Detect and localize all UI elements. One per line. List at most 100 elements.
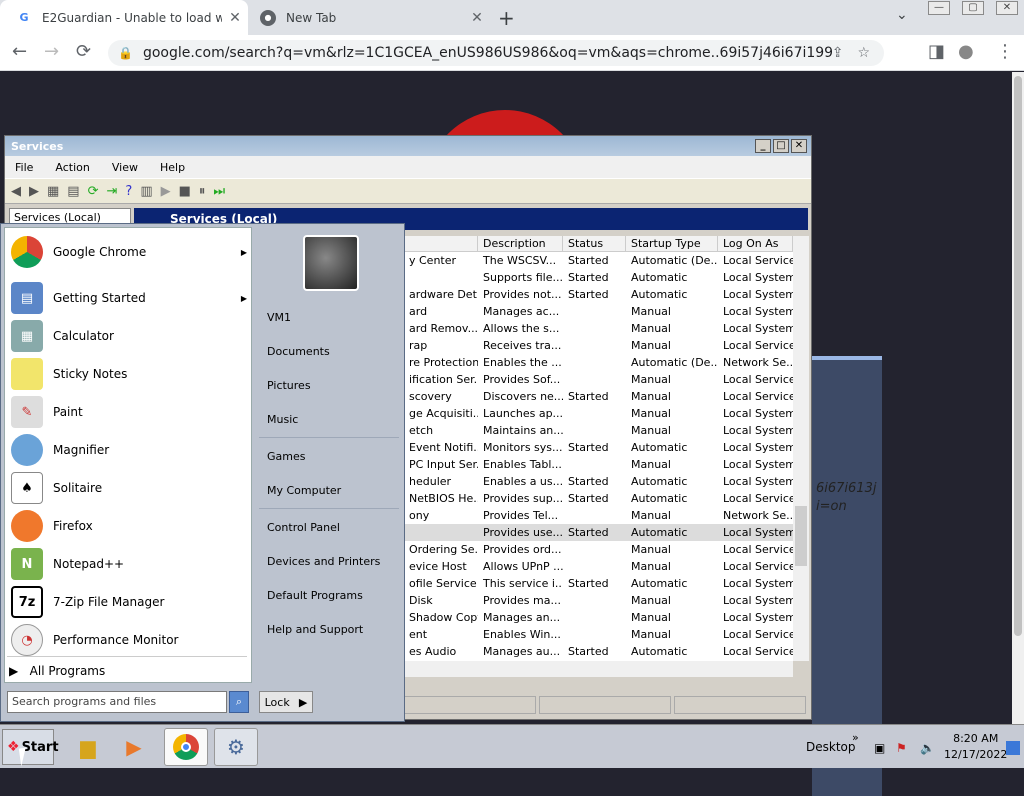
lock-icon[interactable]: 🔒 — [118, 46, 133, 60]
table-row[interactable]: Ordering Se... Provides ord... Manual Local… — [404, 541, 793, 558]
table-row[interactable]: NetBIOS He... Provides sup... Started Autom… — [404, 490, 793, 507]
play-icon[interactable]: ▶ — [161, 184, 171, 199]
start-item-magnifier[interactable]: Magnifier — [11, 432, 251, 468]
view-icon[interactable]: ▥ — [140, 184, 152, 199]
column-header-description[interactable]: Description — [478, 236, 563, 251]
action-center-icon[interactable]: ⚑ — [896, 741, 907, 755]
column-header-startup-type[interactable]: Startup Type — [626, 236, 718, 251]
start-item-7-zip-file-manager[interactable]: 7z 7-Zip File Manager — [11, 584, 251, 620]
close-window-button[interactable]: ✕ — [996, 1, 1018, 15]
close-tab-icon[interactable]: ✕ — [222, 10, 248, 26]
share-icon[interactable]: ⇪ — [832, 45, 844, 61]
volume-icon[interactable]: 🔈 — [920, 741, 935, 755]
file-explorer-icon[interactable]: ▆ — [66, 728, 110, 766]
services-titlebar[interactable]: Services _ □ ✕ — [5, 136, 811, 156]
table-row[interactable]: ony Provides Tel... Manual Network Se... — [404, 507, 793, 524]
menu-icon[interactable]: ⋮ — [996, 41, 1014, 62]
start-place-games[interactable]: Games — [267, 450, 305, 463]
start-item-google-chrome[interactable]: Google Chrome ▶ — [11, 234, 251, 270]
menu-view[interactable]: View — [112, 161, 138, 174]
table-row[interactable]: Disk Provides ma... Manual Local System — [404, 592, 793, 609]
menu-file[interactable]: File — [15, 161, 33, 174]
table-row[interactable]: heduler Enables a us... Started Automatic Lo… — [404, 473, 793, 490]
help-icon[interactable]: ? — [125, 184, 132, 199]
column-header-log-on-as[interactable]: Log On As — [718, 236, 793, 251]
table-row[interactable]: Supports file... Started Automatic Local Sy… — [404, 269, 793, 286]
table-row[interactable]: es Audio Manages au... Started Automatic Loc… — [404, 643, 793, 660]
table-row[interactable]: evice Host Allows UPnP ... Manual Local Ser… — [404, 558, 793, 575]
start-place-pictures[interactable]: Pictures — [267, 379, 311, 392]
back-icon[interactable]: ← — [12, 41, 27, 62]
network-icon[interactable]: ▣ — [874, 741, 885, 755]
address-bar[interactable]: 🔒 google.com/search?q=vm&rlz=1C1GCEA_enU… — [108, 40, 884, 66]
menu-help[interactable]: Help — [160, 161, 185, 174]
start-place-vm1[interactable]: VM1 — [267, 311, 291, 324]
start-place-documents[interactable]: Documents — [267, 345, 330, 358]
start-place-default-programs[interactable]: Default Programs — [267, 589, 363, 602]
export-icon[interactable]: ⇥ — [107, 184, 118, 199]
user-avatar[interactable] — [303, 235, 359, 291]
column-header-name[interactable] — [404, 236, 478, 251]
close-tab-icon[interactable]: ✕ — [464, 10, 490, 26]
table-row[interactable]: rap Receives tra... Manual Local Service — [404, 337, 793, 354]
properties-icon[interactable]: ▤ — [67, 184, 79, 199]
start-place-help-and-support[interactable]: Help and Support — [267, 623, 363, 636]
start-item-notepad-[interactable]: N Notepad++ — [11, 546, 251, 582]
column-header-status[interactable]: Status — [563, 236, 626, 251]
table-vertical-scrollbar[interactable] — [793, 236, 809, 661]
start-item-sticky-notes[interactable]: Sticky Notes — [11, 356, 251, 392]
table-row[interactable]: ification Ser... Provides Sof... Manual Loc… — [404, 371, 793, 388]
table-row[interactable]: ent Enables Win... Manual Local Service — [404, 626, 793, 643]
start-item-calculator[interactable]: ▦ Calculator — [11, 318, 251, 354]
scroll-thumb[interactable] — [1014, 76, 1022, 636]
start-place-music[interactable]: Music — [267, 413, 298, 426]
table-row[interactable]: etch Maintains an... Manual Local System — [404, 422, 793, 439]
table-row[interactable]: ge Acquisiti... Launches ap... Manual Local… — [404, 405, 793, 422]
table-row[interactable]: re Protection Enables the ... Automatic (D… — [404, 354, 793, 371]
table-row[interactable]: scovery Discovers ne... Started Manual Local… — [404, 388, 793, 405]
table-horizontal-scrollbar[interactable] — [404, 661, 793, 677]
minimize-button[interactable]: — — [928, 1, 950, 15]
table-row[interactable]: PC Input Ser... Enables Tabl... Manual Loca… — [404, 456, 793, 473]
services-maximize-button[interactable]: □ — [773, 139, 789, 153]
table-row[interactable]: Shadow Copy Manages an... Manual Local Syst… — [404, 609, 793, 626]
services-minimize-button[interactable]: _ — [755, 139, 771, 153]
menu-action[interactable]: Action — [55, 161, 89, 174]
reload-icon[interactable]: ⟳ — [76, 41, 91, 62]
lock-options-arrow-icon[interactable]: ▶ — [299, 696, 307, 709]
star-icon[interactable]: ☆ — [857, 45, 870, 61]
profile-icon[interactable]: ● — [958, 41, 974, 62]
services-taskbar-icon[interactable]: ⚙ — [214, 728, 258, 766]
all-programs-button[interactable]: ▶ All Programs — [9, 664, 105, 678]
chrome-taskbar-icon[interactable] — [164, 728, 208, 766]
restart-icon[interactable]: ⏭ — [213, 184, 225, 199]
table-row[interactable]: Event Notifi... Monitors sys... Started Aut… — [404, 439, 793, 456]
back-icon[interactable]: ◀ — [11, 184, 21, 199]
forward-icon[interactable]: ▶ — [29, 184, 39, 199]
table-row[interactable]: ofile Service This service i... Started Aut… — [404, 575, 793, 592]
show-desktop-icon[interactable] — [1006, 741, 1020, 755]
maximize-button[interactable]: ▢ — [962, 1, 984, 15]
start-search-input[interactable]: Search programs and files — [7, 691, 227, 713]
pause-icon[interactable]: ⏸ — [199, 184, 206, 199]
clock[interactable]: 8:20 AM 12/17/2022 — [944, 731, 1007, 763]
tab-e2guardian[interactable]: G E2Guardian - Unable to load websit ✕ — [0, 0, 248, 35]
new-tab-button[interactable]: + — [498, 6, 515, 30]
desktop-toolbar-label[interactable]: Desktop — [806, 740, 856, 754]
sidebar-icon[interactable]: ◨ — [928, 41, 945, 62]
tab-search-icon[interactable]: ⌄ — [896, 7, 908, 23]
forward-icon[interactable]: → — [44, 41, 59, 62]
table-row[interactable]: Provides use... Started Automatic Local Sys… — [404, 524, 793, 541]
page-scrollbar[interactable] — [1012, 72, 1024, 724]
start-place-devices-and-printers[interactable]: Devices and Printers — [267, 555, 380, 568]
refresh-icon[interactable]: ⟳ — [88, 184, 99, 199]
start-item-paint[interactable]: ✎ Paint — [11, 394, 251, 430]
start-item-firefox[interactable]: Firefox — [11, 508, 251, 544]
scroll-thumb[interactable] — [795, 506, 807, 566]
stop-icon[interactable]: ■ — [179, 184, 191, 199]
table-row[interactable]: y Center The WSCSV... Started Automatic (De… — [404, 252, 793, 269]
toolbar-expand-icon[interactable]: » — [852, 731, 859, 744]
services-close-button[interactable]: ✕ — [791, 139, 807, 153]
start-place-my-computer[interactable]: My Computer — [267, 484, 341, 497]
media-player-icon[interactable]: ▶ — [112, 728, 156, 766]
